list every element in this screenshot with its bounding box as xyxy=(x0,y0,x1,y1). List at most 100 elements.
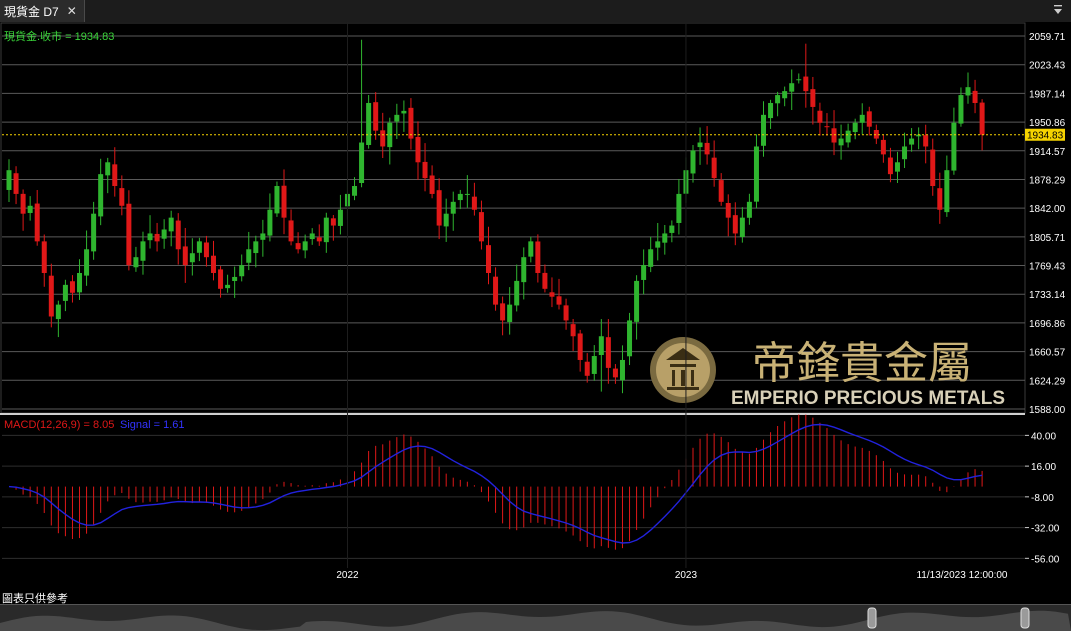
candle-body xyxy=(352,186,358,196)
candle-body xyxy=(824,126,830,128)
chart-tab[interactable]: 現貨金 D7 ✕ xyxy=(0,0,85,22)
candle-body xyxy=(422,161,428,179)
candle-body xyxy=(627,320,633,357)
candle-body xyxy=(796,79,802,81)
candle-body xyxy=(27,205,33,213)
candle-body xyxy=(77,272,83,293)
candle-body xyxy=(894,162,900,172)
candle-body xyxy=(655,241,661,248)
price-tick-label: 1769.43 xyxy=(1029,262,1066,273)
price-tick-label: 1950.86 xyxy=(1029,118,1066,129)
menu-icon[interactable] xyxy=(1053,4,1063,16)
candle-body xyxy=(662,233,668,243)
candle-body xyxy=(486,245,491,273)
chart-tab-label: 現貨金 D7 xyxy=(4,4,59,19)
candle-body xyxy=(732,215,738,234)
candle-body xyxy=(909,138,915,145)
candle-body xyxy=(126,203,132,266)
candle-body xyxy=(401,110,407,114)
candle-body xyxy=(133,257,139,268)
candle-body xyxy=(556,296,562,305)
candle-body xyxy=(154,233,160,242)
candle-body xyxy=(457,193,463,201)
scroll-handle-right[interactable] xyxy=(1020,607,1030,629)
candle-body xyxy=(775,95,781,104)
candle-body xyxy=(218,269,224,289)
candle-body xyxy=(373,102,379,131)
candle-body xyxy=(577,333,583,360)
candle-body xyxy=(549,292,555,297)
candle-body xyxy=(62,284,68,301)
price-tick-label: 1914.57 xyxy=(1029,147,1066,158)
candle-body xyxy=(175,220,181,250)
candle-body xyxy=(634,280,640,322)
scroll-handle-left[interactable] xyxy=(867,607,877,629)
price-tick-label: 2059.71 xyxy=(1029,32,1066,43)
chart-area[interactable]: 1588.00 1624.29 1660.57 1696.86 1733.14 1769.… xyxy=(0,22,1071,590)
candle-body xyxy=(591,356,597,374)
close-icon[interactable]: ✕ xyxy=(67,4,77,18)
candle-body xyxy=(542,272,548,289)
candle-body xyxy=(260,233,266,240)
candle-body xyxy=(570,324,576,337)
candle-body xyxy=(34,203,40,242)
candle-body xyxy=(69,281,75,293)
candle-body xyxy=(761,114,767,146)
candle-body xyxy=(838,138,844,146)
price-tick-label: 1588.00 xyxy=(1029,405,1066,416)
candle-body xyxy=(330,218,336,226)
time-scrollbar[interactable] xyxy=(0,604,1071,631)
candle-body xyxy=(189,253,195,263)
candle-body xyxy=(676,193,682,223)
candle-body xyxy=(225,284,231,289)
candle-body xyxy=(528,241,534,257)
candle-body xyxy=(923,135,929,147)
title-bar: 現貨金 D7 ✕ xyxy=(0,0,1071,23)
price-tick-label: 1733.14 xyxy=(1029,290,1066,301)
candle-body xyxy=(210,255,216,273)
candle-body xyxy=(563,305,569,321)
candle-body xyxy=(965,87,971,96)
candle-body xyxy=(6,170,12,190)
candle-body xyxy=(584,361,590,376)
candle-body xyxy=(669,225,675,233)
candle-body xyxy=(337,209,343,226)
candle-body xyxy=(619,359,625,381)
candle-body xyxy=(161,229,167,239)
time-tick-label: 2023 xyxy=(675,570,698,581)
candle-body xyxy=(612,368,618,378)
macd-tick-label: 16.00 xyxy=(1031,462,1056,473)
candle-body xyxy=(147,233,153,241)
candle-body xyxy=(471,196,477,210)
time-tick-label: 2022 xyxy=(336,570,359,581)
candle-body xyxy=(902,146,908,160)
watermark-english: EMPERIO PRECIOUS METALS xyxy=(731,388,1005,409)
candle-body xyxy=(316,237,322,242)
macd-tick-label: -56.00 xyxy=(1031,554,1060,565)
candle-body xyxy=(302,241,308,251)
watermark-chinese: 帝鋒貴金屬 xyxy=(752,339,972,388)
candle-body xyxy=(768,102,774,119)
candle-body xyxy=(13,173,19,194)
macd-tick-label: -8.00 xyxy=(1031,493,1054,504)
candle-body xyxy=(267,209,273,236)
candle-body xyxy=(98,174,104,217)
candle-body xyxy=(20,193,26,214)
candle-body xyxy=(253,241,259,254)
macd-legend: MACD(12,26,9) = 8.05 xyxy=(4,419,114,431)
candle-body xyxy=(288,220,294,242)
candle-body xyxy=(119,188,125,206)
candle-body xyxy=(309,233,315,240)
candle-body xyxy=(41,241,47,273)
candle-body xyxy=(782,91,788,99)
candle-body xyxy=(944,170,950,213)
candle-body xyxy=(443,213,449,227)
price-tick-label: 1696.86 xyxy=(1029,319,1066,330)
price-tick-label: 2023.43 xyxy=(1029,61,1066,72)
candle-body xyxy=(789,83,795,92)
candle-body xyxy=(415,136,421,163)
candle-body xyxy=(380,130,386,147)
candle-body xyxy=(436,190,442,226)
macd-tick-label: -32.00 xyxy=(1031,524,1060,535)
candle-body xyxy=(739,217,745,237)
